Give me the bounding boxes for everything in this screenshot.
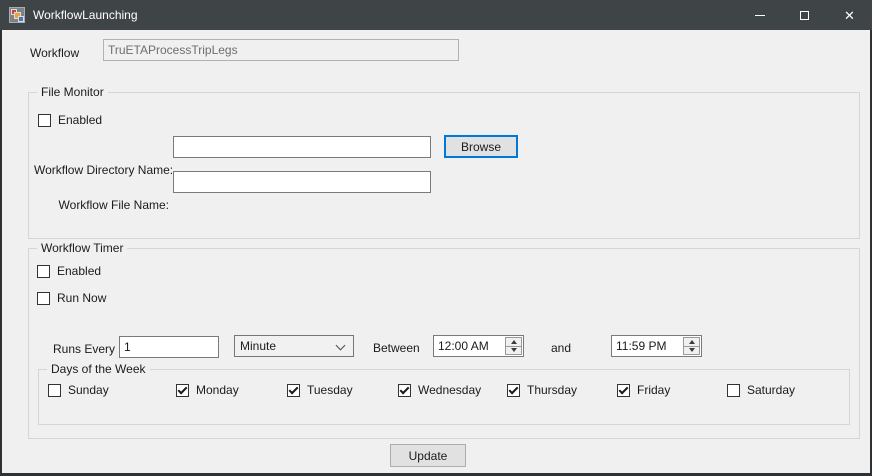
day-label: Thursday (527, 383, 577, 397)
timer-enabled-label: Enabled (57, 264, 101, 278)
maximize-icon (800, 11, 809, 20)
and-label: and (551, 341, 571, 355)
end-time-picker[interactable]: 11:59 PM (611, 335, 702, 357)
file-monitor-enabled-label: Enabled (58, 113, 102, 127)
close-button[interactable]: ✕ (827, 0, 872, 30)
days-of-week-group: Days of the Week Sunday Monday Tuesday W… (38, 369, 850, 425)
day-label: Monday (196, 383, 239, 397)
run-now-label: Run Now (57, 291, 106, 305)
browse-button[interactable]: Browse (444, 135, 518, 158)
checkbox-icon[interactable] (37, 292, 50, 305)
run-now-checkbox[interactable]: Run Now (37, 291, 106, 305)
maximize-button[interactable] (782, 0, 827, 30)
day-label: Wednesday (418, 383, 481, 397)
day-checkbox-friday[interactable]: Friday (617, 383, 670, 397)
day-label: Sunday (68, 383, 109, 397)
between-label: Between (373, 341, 420, 355)
chevron-up-icon (689, 340, 695, 344)
form-body: Workflow File Monitor Enabled Workflow D… (2, 30, 870, 473)
chevron-up-icon (511, 340, 517, 344)
runs-every-label: Runs Every (53, 342, 115, 356)
start-time-spinner (505, 337, 522, 355)
workflow-launching-window: WorkflowLaunching ✕ Workflow File Monito… (0, 0, 872, 476)
close-icon: ✕ (844, 9, 855, 22)
checkbox-icon[interactable] (287, 384, 300, 397)
start-time-picker[interactable]: 12:00 AM (433, 335, 524, 357)
day-checkbox-thursday[interactable]: Thursday (507, 383, 577, 397)
workflow-label: Workflow (30, 46, 79, 60)
winforms-form-icon (9, 7, 25, 23)
checkbox-icon[interactable] (176, 384, 189, 397)
day-checkbox-monday[interactable]: Monday (176, 383, 239, 397)
day-label: Saturday (747, 383, 795, 397)
minimize-icon (755, 15, 765, 16)
start-time-value: 12:00 AM (438, 339, 489, 353)
checkbox-icon[interactable] (37, 265, 50, 278)
spinner-down-button[interactable] (505, 346, 522, 356)
checkbox-icon[interactable] (38, 114, 51, 127)
checkbox-icon[interactable] (507, 384, 520, 397)
day-label: Friday (637, 383, 670, 397)
interval-unit-dropdown[interactable]: Minute (234, 335, 354, 357)
day-checkbox-tuesday[interactable]: Tuesday (287, 383, 353, 397)
day-checkbox-sunday[interactable]: Sunday (48, 383, 109, 397)
file-monitor-group-title: File Monitor (37, 85, 108, 99)
workflow-directory-label: Workflow Directory Name: (34, 163, 169, 177)
chevron-down-icon (511, 348, 517, 352)
chevron-down-icon (336, 341, 346, 351)
update-button[interactable]: Update (390, 444, 466, 467)
file-monitor-group: File Monitor Enabled Workflow Directory … (28, 92, 860, 239)
icon-blue-square (18, 16, 24, 22)
timer-enabled-checkbox[interactable]: Enabled (37, 264, 101, 278)
checkbox-icon[interactable] (727, 384, 740, 397)
day-checkbox-saturday[interactable]: Saturday (727, 383, 795, 397)
end-time-spinner (683, 337, 700, 355)
runs-every-input[interactable] (119, 336, 219, 358)
end-time-value: 11:59 PM (616, 339, 666, 353)
workflow-timer-group-title: Workflow Timer (37, 241, 127, 255)
checkbox-icon[interactable] (617, 384, 630, 397)
file-monitor-enabled-checkbox[interactable]: Enabled (38, 113, 102, 127)
workflow-file-label: Workflow File Name: (34, 198, 169, 212)
workflow-file-input[interactable] (173, 171, 431, 193)
day-label: Tuesday (307, 383, 353, 397)
workflow-name-field (103, 39, 459, 61)
window-controls: ✕ (737, 0, 872, 30)
workflow-directory-input[interactable] (173, 136, 431, 158)
window-title: WorkflowLaunching (33, 8, 138, 22)
checkbox-icon[interactable] (48, 384, 61, 397)
day-checkbox-wednesday[interactable]: Wednesday (398, 383, 481, 397)
chevron-down-icon (689, 348, 695, 352)
spinner-down-button[interactable] (683, 346, 700, 356)
checkbox-icon[interactable] (398, 384, 411, 397)
interval-unit-value: Minute (240, 339, 276, 353)
days-of-week-group-title: Days of the Week (47, 362, 150, 376)
title-bar: WorkflowLaunching ✕ (0, 0, 872, 30)
workflow-timer-group: Workflow Timer Enabled Run Now Runs Ever… (28, 248, 860, 439)
minimize-button[interactable] (737, 0, 782, 30)
